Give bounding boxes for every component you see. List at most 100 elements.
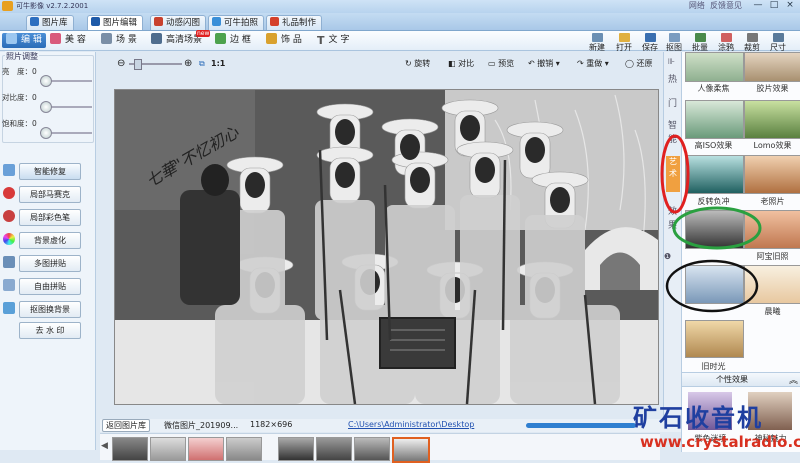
tool-edit[interactable]: 编 辑 xyxy=(2,33,46,48)
effect-cross-process-thumb[interactable] xyxy=(685,155,744,194)
new-button[interactable]: 新建 xyxy=(584,33,610,52)
tab-edit[interactable]: 图片编辑 xyxy=(87,15,144,30)
slider-knob[interactable] xyxy=(40,101,52,113)
category-effect-2[interactable]: 果 xyxy=(668,218,677,231)
doodle-button[interactable]: 涂鸦 xyxy=(713,33,739,52)
info-icon[interactable]: ❶ xyxy=(664,252,671,261)
category-art-active[interactable]: 艺术 xyxy=(666,156,680,192)
thumbnail[interactable] xyxy=(278,437,314,461)
tab-library[interactable]: 图片库 xyxy=(26,15,74,30)
effect-film-thumb[interactable] xyxy=(744,52,800,82)
tool-frame[interactable]: 边 框 xyxy=(215,33,251,48)
tab-label: 图片编辑 xyxy=(103,18,138,28)
local-mosaic-button[interactable]: 局部马赛克 xyxy=(19,186,81,203)
effect-high-iso-thumb[interactable] xyxy=(685,100,744,139)
title-links[interactable]: 网络 反馈意见 xyxy=(689,0,742,11)
thumbnail[interactable] xyxy=(150,437,186,461)
hd-scene-icon xyxy=(151,33,162,44)
new-label: 新建 xyxy=(589,43,605,52)
maximize-button[interactable]: □ xyxy=(768,0,780,11)
effect-old-times-thumb[interactable] xyxy=(685,320,744,358)
thumbnail[interactable] xyxy=(316,437,352,461)
effect-old-photo-thumb[interactable] xyxy=(744,155,800,194)
crop-button[interactable]: 裁剪 xyxy=(739,33,765,52)
tool-accessory[interactable]: 饰 品 xyxy=(266,33,302,48)
photo-canvas[interactable]: 七華"不忆初心 xyxy=(114,89,659,405)
effect-cold-tone-thumb[interactable] xyxy=(685,265,744,304)
close-button[interactable]: × xyxy=(784,0,796,11)
slider-knob[interactable] xyxy=(40,75,52,87)
zoom-out-icon[interactable]: ⊖ xyxy=(117,57,125,70)
zoom-slider-knob[interactable] xyxy=(133,59,142,70)
preview-button[interactable]: ▭ 预览 xyxy=(488,57,514,70)
effect-dawn-thumb[interactable] xyxy=(744,265,800,304)
effect-bw-thumb[interactable] xyxy=(685,210,744,249)
saturation-slider[interactable]: 饱和度：0 xyxy=(2,118,94,139)
open-button[interactable]: 打开 xyxy=(611,33,637,52)
background-blur-button[interactable]: 背景虚化 xyxy=(19,232,81,249)
category-smart-1[interactable]: 智 xyxy=(668,118,677,131)
thumbnail[interactable] xyxy=(112,437,148,461)
tab-animation[interactable]: 动感闪图 xyxy=(150,15,207,30)
local-color-pen-button[interactable]: 局部彩色笔 xyxy=(19,209,81,226)
progress-bar xyxy=(526,423,636,428)
resize-button[interactable]: 尺寸 xyxy=(765,33,791,52)
category-hot-2[interactable]: 门 xyxy=(668,96,677,109)
feedback-link[interactable]: 反馈意见 xyxy=(710,1,742,10)
dropdown-icon[interactable]: ▾ xyxy=(556,59,560,68)
minimize-button[interactable]: — xyxy=(752,0,764,11)
effect-lomo-thumb[interactable] xyxy=(744,100,800,139)
fit-icon[interactable]: ⧉ xyxy=(199,57,205,70)
animation-icon xyxy=(154,17,163,26)
zoom-in-icon[interactable]: ⊕ xyxy=(184,57,192,70)
compare-button[interactable]: ◧ 对比 xyxy=(448,57,474,70)
category-smart-2[interactable]: 能 xyxy=(668,132,677,145)
section-header-personal[interactable]: 个性效果 ︽ xyxy=(682,372,800,387)
dropdown-icon[interactable]: ▾ xyxy=(605,59,609,68)
section-label: 个性效果 xyxy=(716,375,748,384)
effect-label: Lomo效果 xyxy=(753,141,792,150)
back-to-library-button[interactable]: 返回图片库 xyxy=(102,419,150,432)
smart-repair-button[interactable]: 智能修复 xyxy=(19,163,81,180)
brightness-slider[interactable]: 亮 度：0 xyxy=(2,66,94,87)
crop-icon xyxy=(746,33,758,42)
thumbnail-selected[interactable] xyxy=(392,437,430,463)
effect-soft-focus-thumb[interactable] xyxy=(685,52,744,82)
scroll-left-icon[interactable]: ◀ xyxy=(101,441,108,451)
contrast-slider[interactable]: 对比度：0 xyxy=(2,92,94,113)
multi-collage-button[interactable]: 多图拼贴 xyxy=(19,255,81,272)
free-collage-button[interactable]: 自由拼贴 xyxy=(19,278,81,295)
rotate-button[interactable]: ↻ 旋转 xyxy=(405,57,430,70)
edit-icon xyxy=(91,17,100,26)
thumbnail[interactable] xyxy=(226,437,262,461)
category-hot-1[interactable]: 热 xyxy=(668,72,677,85)
collapse-icon[interactable]: ︽ xyxy=(789,373,798,386)
tab-label: 动感闪图 xyxy=(166,18,201,28)
save-label: 保存 xyxy=(642,43,658,52)
actual-size-button[interactable]: 1:1 xyxy=(211,57,225,70)
save-button[interactable]: 保存 xyxy=(637,33,663,52)
tool-hd-scene[interactable]: 高清场景 new xyxy=(151,30,211,48)
effect-label: 反转负冲 xyxy=(697,197,730,206)
tab-camera[interactable]: 可牛拍照 xyxy=(208,15,265,30)
tool-scene[interactable]: 场 景 xyxy=(101,33,137,48)
tool-text[interactable]: T文 字 xyxy=(317,33,349,48)
undo-button[interactable]: ↶ 撤销 ▾ xyxy=(528,57,560,70)
restore-button[interactable]: ◯ 还原 xyxy=(625,57,653,70)
network-link[interactable]: 网络 xyxy=(689,1,705,10)
redo-button[interactable]: ↷ 重做 ▾ xyxy=(577,57,609,70)
batch-button[interactable]: 批量 xyxy=(687,33,713,52)
category-effect-1[interactable]: 效 xyxy=(668,204,677,217)
file-path-link[interactable]: C:\Users\Administrator\Desktop xyxy=(348,420,474,429)
cutout-background-button[interactable]: 抠图换背景 xyxy=(19,301,81,318)
tab-gifts[interactable]: 礼品制作 xyxy=(266,15,323,30)
smart-repair-icon xyxy=(3,164,15,176)
thumbnail[interactable] xyxy=(188,437,224,461)
thumbnail[interactable] xyxy=(354,437,390,461)
slider-knob[interactable] xyxy=(40,127,52,139)
effect-abao-thumb[interactable] xyxy=(744,210,800,249)
collapse-icon[interactable]: ⊪ xyxy=(668,57,675,66)
tool-beauty[interactable]: 美 容 xyxy=(50,33,86,48)
remove-watermark-button[interactable]: 去 水 印 xyxy=(19,322,81,339)
cutout-button[interactable]: 抠图 xyxy=(661,33,687,52)
